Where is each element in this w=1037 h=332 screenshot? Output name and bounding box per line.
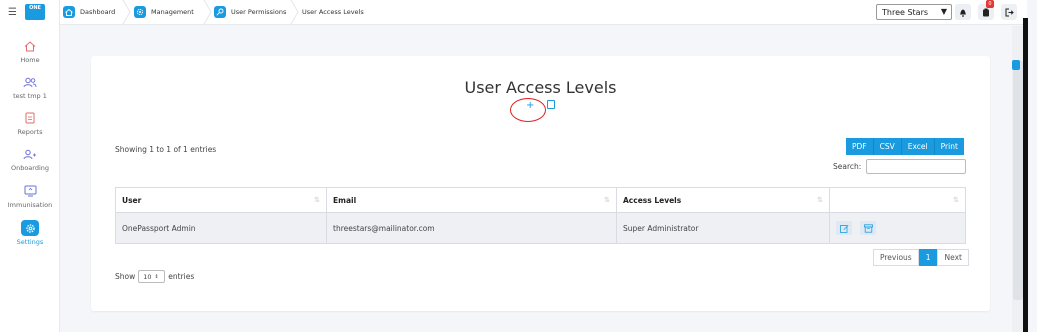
csv-button[interactable]: CSV	[873, 138, 902, 155]
page-length-suffix: entries	[168, 272, 195, 281]
bell-icon	[960, 9, 966, 17]
store-select[interactable]: Three Stars ▼	[876, 4, 952, 20]
breadcrumb-separator	[203, 0, 212, 24]
user-add-icon	[21, 146, 39, 162]
archive-button[interactable]	[860, 221, 877, 235]
breadcrumb-label: User Access Levels	[302, 8, 364, 16]
content-card: User Access Levels + Showing 1 to 1 of 1…	[91, 56, 990, 311]
edit-button[interactable]	[836, 221, 852, 235]
home-icon	[63, 6, 75, 18]
sort-icon: ⇅	[953, 196, 959, 204]
archive-icon	[863, 223, 873, 233]
cell-user: OnePassport Admin	[115, 212, 327, 244]
export-buttons: PDF CSV Excel Print	[846, 138, 964, 155]
top-bar: Dashboard Management User Permissions Us…	[60, 0, 1027, 25]
breadcrumb-label: Dashboard	[80, 8, 116, 16]
breadcrumb-label: User Permissions	[231, 8, 287, 16]
search-label: Search:	[833, 162, 862, 171]
page-length-prefix: Show	[115, 272, 136, 281]
menu-icon[interactable]: ☰	[8, 7, 17, 18]
breadcrumb-separator	[122, 0, 131, 24]
sidebar-item-home[interactable]: Home	[0, 38, 60, 64]
breadcrumb-dashboard[interactable]: Dashboard	[63, 0, 115, 24]
monitor-icon	[21, 183, 39, 199]
print-button[interactable]: Print	[934, 138, 964, 155]
breadcrumb-label: Management	[151, 8, 194, 16]
gear-icon	[134, 6, 146, 18]
page-button-current[interactable]: 1	[918, 249, 938, 266]
home-icon	[21, 38, 39, 54]
logout-icon	[1005, 8, 1014, 16]
add-access-level-button[interactable]: +	[526, 100, 534, 111]
users-icon	[21, 74, 39, 90]
previous-page-button[interactable]: Previous	[873, 249, 919, 266]
page-length-control: Show 10 ⇕ entries	[115, 270, 194, 283]
cell-actions	[829, 212, 966, 244]
excel-button[interactable]: Excel	[901, 138, 935, 155]
sidebar-item-reports[interactable]: Reports	[0, 110, 60, 136]
breadcrumb-user-permissions[interactable]: User Permissions	[214, 0, 286, 24]
sidebar-item-label: Home	[20, 56, 40, 64]
sidebar-item-label: test tmp 1	[13, 92, 47, 100]
sidebar-item-test-tmp[interactable]: test tmp 1	[0, 74, 60, 100]
logout-button[interactable]	[1001, 4, 1017, 20]
column-header-user[interactable]: User ⇅	[115, 187, 327, 213]
table-info: Showing 1 to 1 of 1 entries	[115, 145, 217, 154]
clipboard-icon	[983, 8, 989, 16]
sidebar-item-label: Onboarding	[10, 164, 50, 172]
next-page-button[interactable]: Next	[937, 249, 969, 266]
search-input[interactable]	[866, 159, 966, 174]
chevron-down-icon: ▼	[940, 7, 947, 16]
column-header-actions[interactable]: ⇅	[829, 187, 966, 213]
cell-access-level: Super Administrator	[616, 212, 830, 244]
store-select-value: Three Stars	[882, 7, 929, 17]
download-icon[interactable]	[547, 100, 555, 109]
sort-icon: ⇅	[314, 196, 320, 204]
breadcrumb-separator	[290, 0, 299, 24]
notification-badge: 0	[986, 0, 994, 8]
sort-icon: ⇅	[817, 196, 823, 204]
access-levels-table: User ⇅ Email ⇅ Access Levels ⇅ ⇅ OnePasspor…	[115, 187, 966, 244]
column-header-email[interactable]: Email ⇅	[326, 187, 617, 213]
sort-icon: ⇅	[604, 196, 610, 204]
table-row: OnePassport Admin threestars@mailinator.…	[115, 212, 966, 244]
chevron-updown-icon: ⇕	[154, 273, 159, 280]
cell-email: threestars@mailinator.com	[326, 212, 617, 244]
page-title: User Access Levels	[464, 78, 617, 97]
app-root: ☰ ONE Home test tmp 1 Reports Onboarding	[0, 0, 1037, 332]
sidebar-item-onboarding[interactable]: Onboarding	[0, 146, 60, 172]
window-edge	[1023, 18, 1028, 332]
side-panel-toggle[interactable]	[1012, 60, 1020, 70]
key-icon	[214, 6, 226, 18]
sidebar-item-label: Reports	[17, 128, 43, 136]
edit-icon	[839, 224, 848, 233]
app-logo[interactable]: ONE	[25, 4, 45, 20]
breadcrumb-current: User Access Levels	[302, 0, 364, 24]
sidebar-item-immunisation[interactable]: Immunisation	[0, 183, 60, 209]
gear-icon	[21, 220, 39, 236]
notification-bell-button[interactable]	[955, 4, 971, 20]
page-length-select[interactable]: 10 ⇕	[138, 270, 166, 283]
page-length-value: 10	[143, 272, 152, 281]
pagination: Previous 1 Next	[873, 249, 969, 266]
breadcrumb-management[interactable]: Management	[134, 0, 194, 24]
column-header-access-levels[interactable]: Access Levels ⇅	[616, 187, 830, 213]
sidebar: ☰ ONE Home test tmp 1 Reports Onboarding	[0, 0, 60, 332]
pdf-button[interactable]: PDF	[846, 138, 874, 155]
report-icon	[21, 110, 39, 126]
scrollbar-thumb[interactable]	[1013, 60, 1023, 300]
sidebar-item-settings[interactable]: Settings	[0, 220, 60, 246]
sidebar-item-label: Settings	[16, 238, 44, 246]
sidebar-item-label: Immunisation	[7, 201, 53, 209]
